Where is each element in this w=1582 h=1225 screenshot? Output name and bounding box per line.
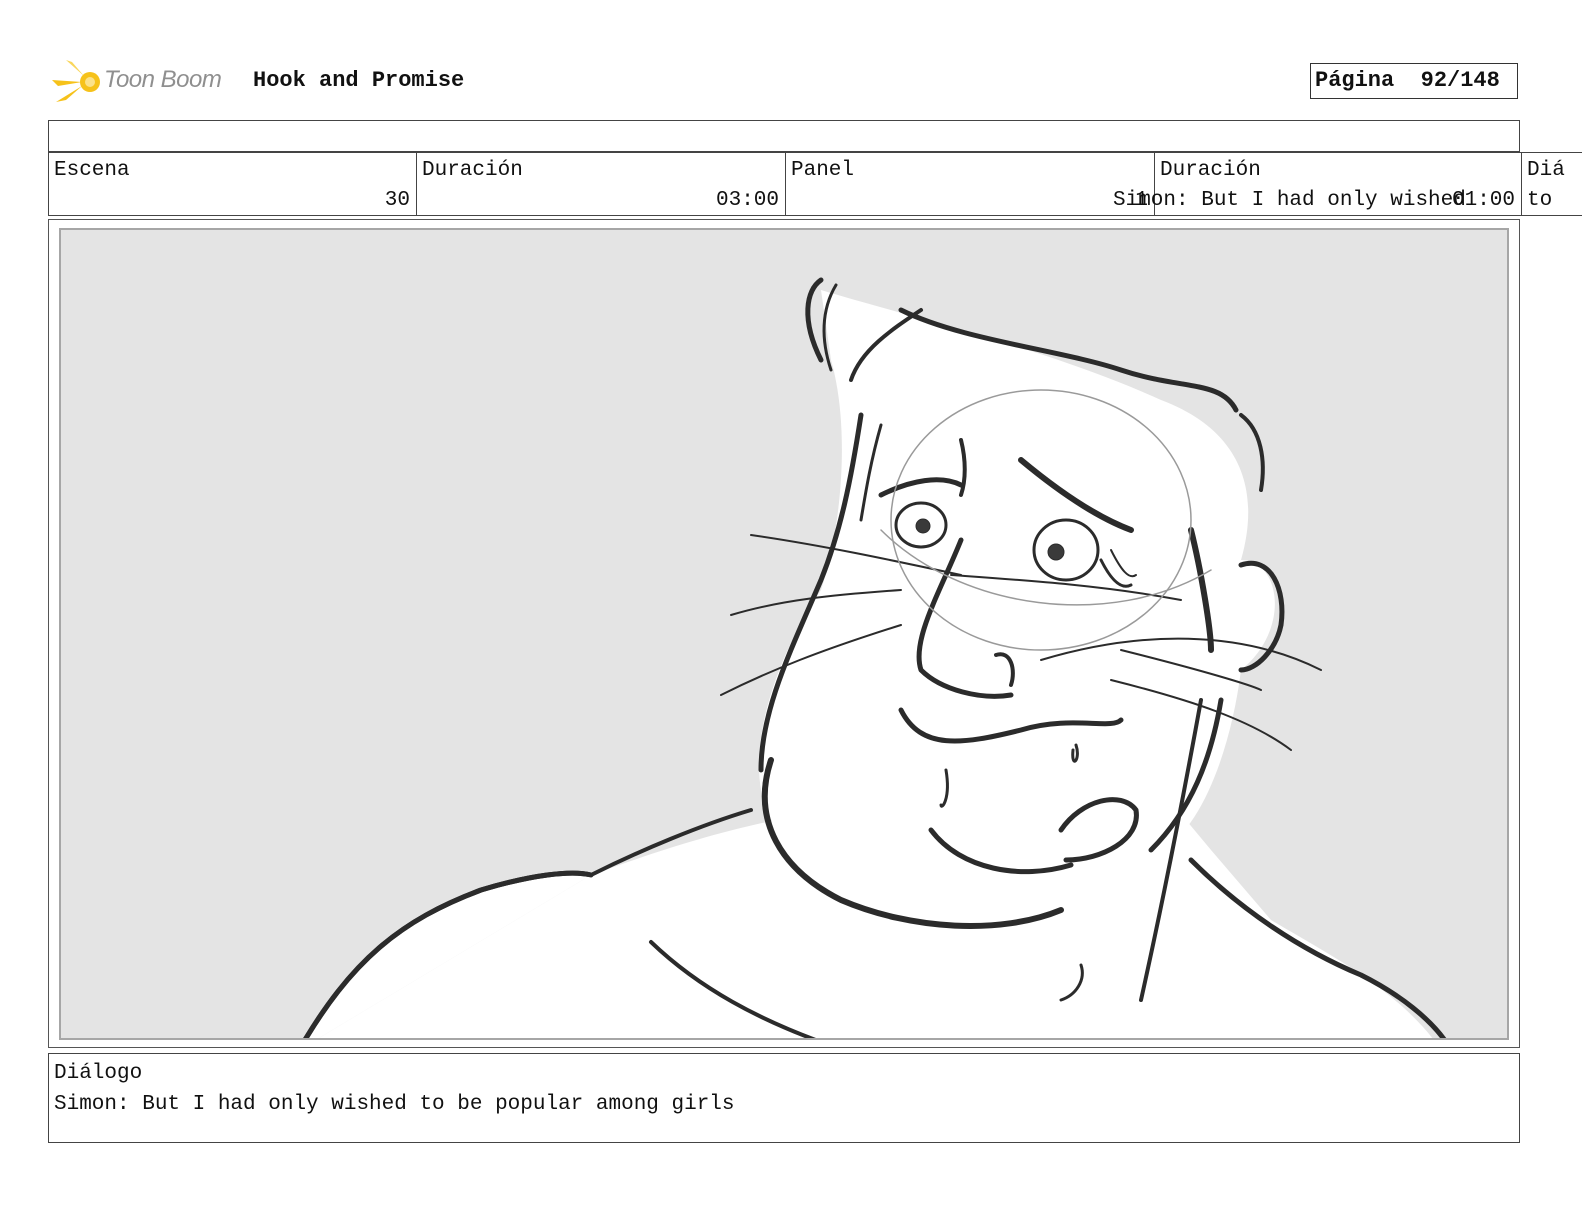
project-title: Hook and Promise — [253, 68, 465, 93]
storyboard-panel — [48, 219, 1520, 1048]
header-strip — [48, 120, 1520, 152]
scene-duration-label: Duración — [422, 159, 523, 182]
scene-cell: Escena 30 — [48, 153, 416, 215]
page-label: Página — [1315, 68, 1395, 93]
scene-duration-cell: Duración 03:00 — [416, 153, 785, 215]
scene-value: 30 — [384, 189, 410, 212]
panel-duration-label: Duración — [1160, 159, 1261, 182]
dialog-text: Simon: But I had only wished to be popul… — [54, 1093, 735, 1116]
dialog-label: Diálogo — [54, 1062, 143, 1085]
character-sketch — [303, 277, 1447, 1038]
toon-boom-logo: Toon Boom — [52, 58, 242, 108]
dialog-column-overflow: to — [1527, 189, 1553, 212]
page-number: 92/148 — [1420, 68, 1500, 93]
dialog-box: Diálogo Simon: But I had only wished to … — [48, 1053, 1520, 1143]
panel-artwork — [59, 228, 1509, 1040]
dialog-column-label: Diá — [1527, 159, 1565, 182]
dialog-column-cell: Diá to — [1521, 153, 1582, 215]
page-indicator: Página 92/148 — [1310, 63, 1518, 99]
panel-dialog-overflow: Simon: But I had only wished — [1113, 189, 1466, 212]
panel-info-row: Escena 30 Duración 03:00 Panel 1 Duració… — [48, 152, 1582, 216]
scene-duration-value: 03:00 — [715, 189, 779, 212]
panel-cell: Panel 1 — [785, 153, 1154, 215]
toon-boom-logo-icon — [52, 60, 100, 102]
logo-wordmark: Toon Boom — [104, 66, 222, 93]
scene-label: Escena — [54, 159, 130, 182]
panel-label: Panel — [791, 159, 855, 182]
